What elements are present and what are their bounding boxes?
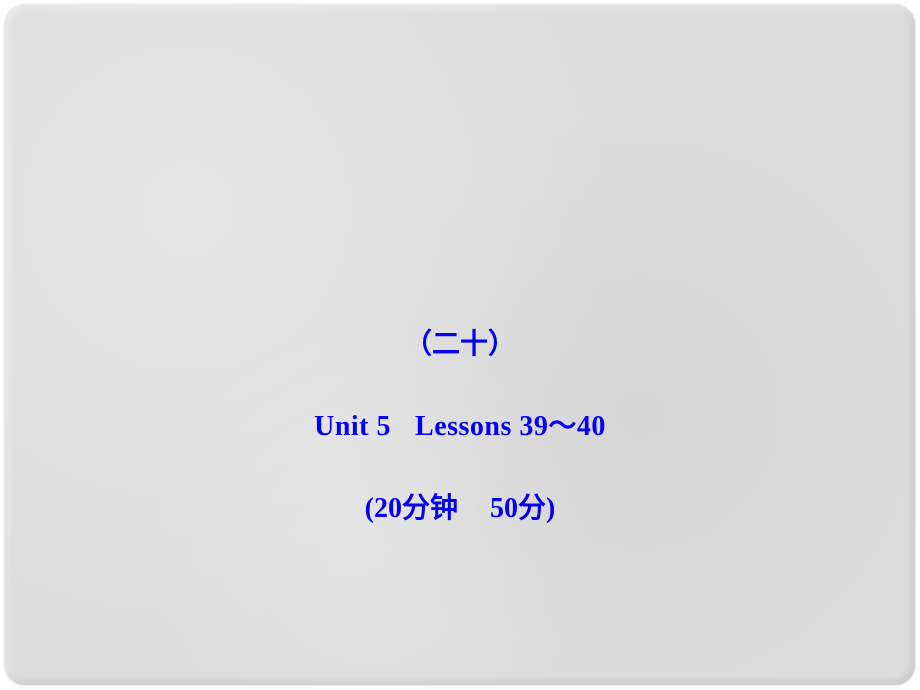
duration-label: (20分钟 [365,493,458,524]
lesson-number: （二十） [404,322,516,362]
score-label: 50分) [490,493,555,524]
unit-label: Unit 5 [314,411,391,442]
lessons-range: Lessons 39～40 [415,411,606,442]
slide-container: （二十） Unit 5 Lessons 39～40 (20分钟 50分) [5,5,915,685]
duration-score: (20分钟 50分) [365,486,556,526]
unit-lessons: Unit 5 Lessons 39～40 [314,404,606,444]
